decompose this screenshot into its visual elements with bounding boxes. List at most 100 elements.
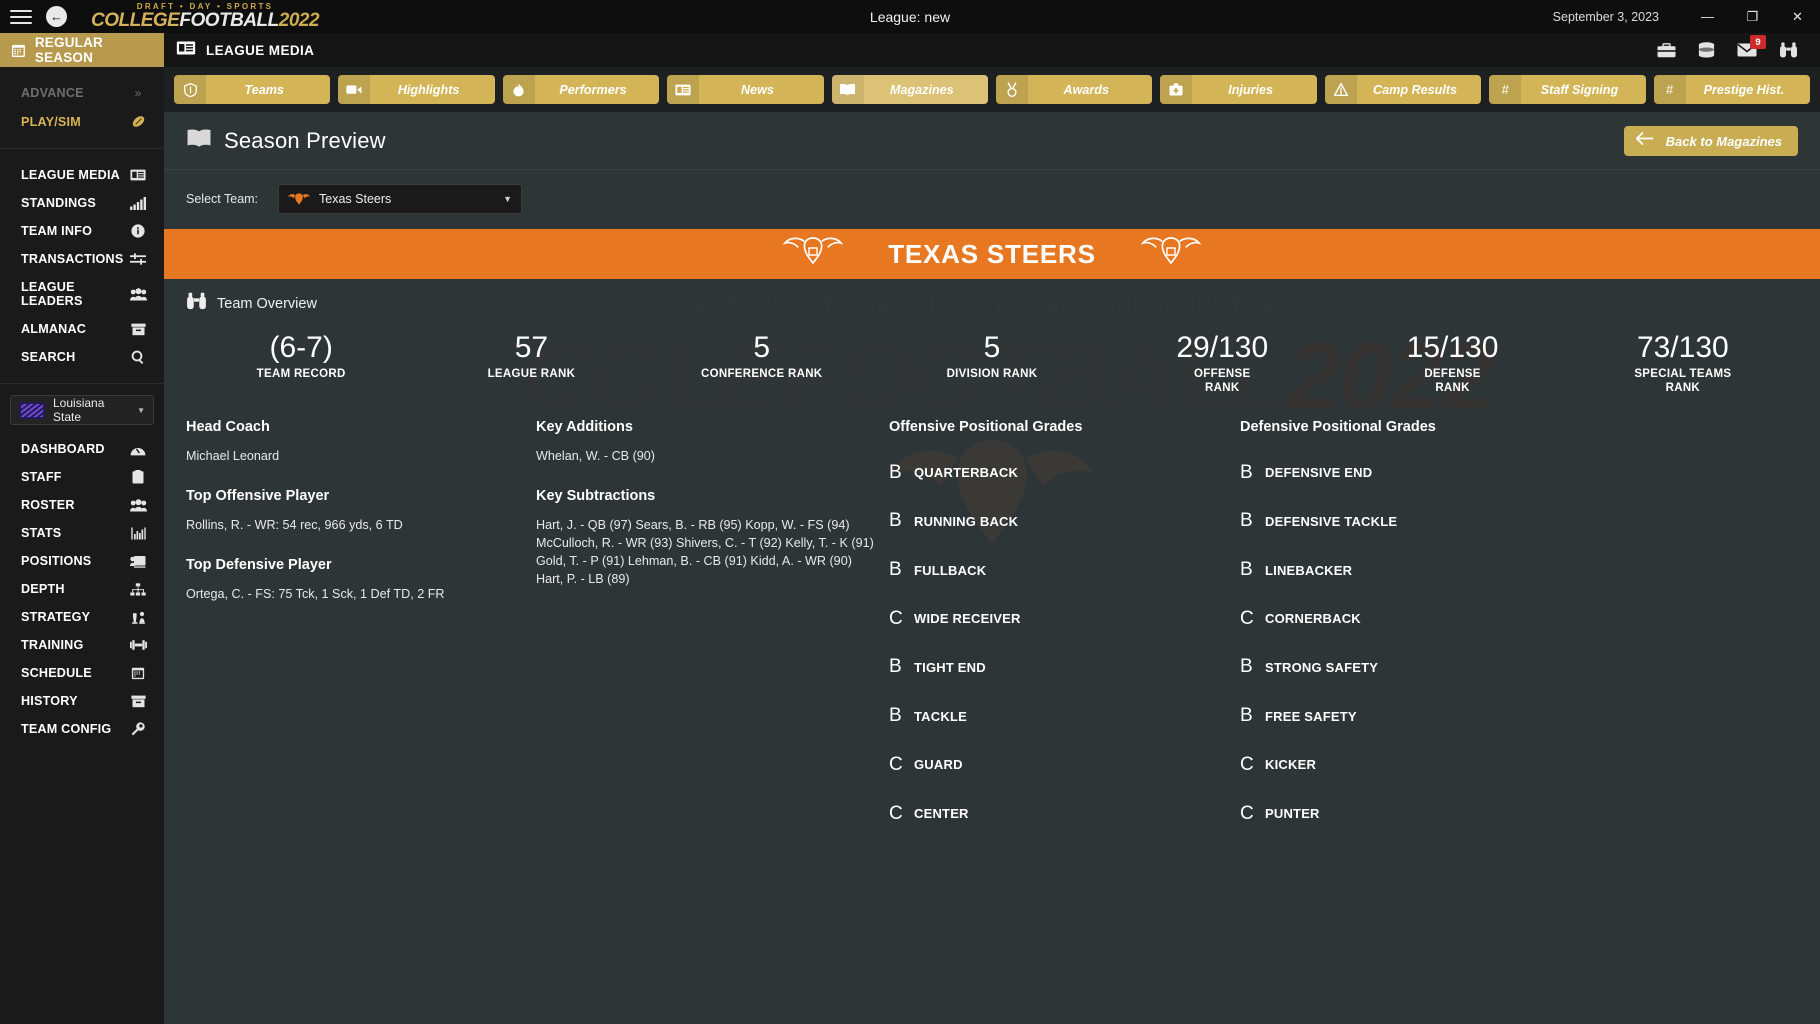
binoculars-icon[interactable]: [1779, 42, 1798, 58]
top-offensive-player-title: Top Offensive Player: [186, 488, 536, 504]
gauge-icon: [129, 443, 147, 456]
sidebar-item-label: ROSTER: [21, 498, 75, 512]
sidebar-item-label: STANDINGS: [21, 196, 96, 210]
close-button[interactable]: ✕: [1775, 0, 1820, 33]
key-subtractions-line: McCulloch, R. - WR (93) Shivers, C. - T …: [536, 535, 889, 553]
column-team-details: Head Coach Michael Leonard Top Offensive…: [186, 419, 536, 838]
briefcase-icon[interactable]: [1657, 43, 1676, 58]
grade-row: B LINEBACKER: [1240, 546, 1798, 595]
sidebar-group-team: DASHBOARD STAFF ROSTER STATS: [0, 431, 164, 743]
stat-team-record: (6-7) TEAM RECORD: [186, 331, 416, 395]
stat-value: 5: [647, 331, 877, 365]
database-icon[interactable]: [1698, 42, 1715, 58]
column-defense-grades: Defensive Positional Grades B DEFENSIVE …: [1240, 419, 1798, 838]
sidebar-item-regular-season[interactable]: REGULAR SEASON: [0, 33, 164, 67]
tab-performers[interactable]: Performers: [503, 75, 659, 104]
sidebar-item-label: POSITIONS: [21, 554, 91, 568]
tab-camp-results[interactable]: Camp Results: [1325, 75, 1481, 104]
sidebar-item-almanac[interactable]: ALMANAC: [0, 315, 164, 343]
sidebar-item-label: DEPTH: [21, 582, 65, 596]
grade-row: B FREE SAFETY: [1240, 692, 1798, 741]
sidebar-item-advance[interactable]: ADVANCE »: [0, 79, 164, 107]
tab-staff-signing[interactable]: # Staff Signing: [1489, 75, 1645, 104]
sidebar-item-dashboard[interactable]: DASHBOARD: [0, 435, 164, 463]
grade-row: C KICKER: [1240, 740, 1798, 789]
sidebar-item-depth[interactable]: DEPTH: [0, 575, 164, 603]
sidebar-item-positions[interactable]: POSITIONS: [0, 547, 164, 575]
main-area: LEAGUE MEDIA 9: [164, 33, 1820, 1024]
stat-label: LEAGUE RANK: [416, 367, 646, 381]
key-additions-block: Key Additions Whelan, W. - CB (90): [536, 419, 889, 466]
grade-position: PUNTER: [1265, 806, 1320, 821]
logo-college: COLLEGE: [91, 10, 179, 31]
tab-news[interactable]: News: [667, 75, 823, 104]
column-roster-changes: Key Additions Whelan, W. - CB (90) Key S…: [536, 419, 889, 838]
grade-letter: B: [1240, 559, 1252, 581]
tab-highlights[interactable]: Highlights: [338, 75, 494, 104]
tab-label: Awards: [1028, 83, 1152, 97]
tab-awards[interactable]: Awards: [996, 75, 1152, 104]
sidebar-item-transactions[interactable]: TRANSACTIONS: [0, 245, 164, 273]
steers-logo-icon: [288, 189, 310, 210]
back-icon[interactable]: ←: [46, 6, 67, 27]
stat-label: SPECIAL TEAMSRANK: [1568, 367, 1798, 396]
stat-value: 29/130: [1107, 331, 1337, 365]
grade-letter: C: [889, 608, 901, 630]
app-shell: REGULAR SEASON ADVANCE » PLAY/SIM LEAGUE…: [0, 33, 1820, 1024]
chess-icon: [129, 611, 147, 624]
sidebar-item-label: STATS: [21, 526, 61, 540]
sidebar-item-league-media[interactable]: LEAGUE MEDIA: [0, 161, 164, 189]
grade-letter: B: [1240, 462, 1252, 484]
search-icon: [129, 350, 147, 364]
hierarchy-icon: [129, 583, 147, 596]
sidebar-item-team-config[interactable]: TEAM CONFIG: [0, 715, 164, 743]
sidebar-item-strategy[interactable]: STRATEGY: [0, 603, 164, 631]
tab-prestige-hist[interactable]: # Prestige Hist.: [1654, 75, 1810, 104]
head-coach-title: Head Coach: [186, 419, 536, 435]
selected-team-name: Texas Steers: [319, 192, 494, 206]
sidebar-item-schedule[interactable]: SCHEDULE: [0, 659, 164, 687]
positions-icon: [129, 555, 147, 568]
team-picker-name: Louisiana State: [53, 396, 129, 424]
sidebar-item-staff[interactable]: STAFF: [0, 463, 164, 491]
team-overview-header: Team Overview: [164, 279, 1820, 323]
grade-row: B DEFENSIVE END: [1240, 448, 1798, 497]
title-bar-right: September 3, 2023 — ❐ ✕: [1553, 0, 1820, 33]
tab-label: News: [699, 83, 823, 97]
app-logo: DRAFT • DAY • SPORTS COLLEGEFOOTBALL2022: [91, 3, 319, 30]
sidebar-item-search[interactable]: SEARCH: [0, 343, 164, 371]
title-bar-left: ← DRAFT • DAY • SPORTS COLLEGEFOOTBALL20…: [0, 3, 319, 30]
top-defensive-player-title: Top Defensive Player: [186, 557, 536, 573]
sidebar-item-stats[interactable]: STATS: [0, 519, 164, 547]
sidebar-item-label: LEAGUE MEDIA: [21, 168, 120, 182]
sidebar-item-roster[interactable]: ROSTER: [0, 491, 164, 519]
tab-label: Prestige Hist.: [1686, 83, 1810, 97]
tab-injuries[interactable]: Injuries: [1160, 75, 1316, 104]
league-media-title: LEAGUE MEDIA: [206, 43, 314, 58]
tab-magazines[interactable]: Magazines: [832, 75, 988, 104]
tab-teams[interactable]: Teams: [174, 75, 330, 104]
binoculars-icon: [186, 292, 207, 315]
sidebar-item-league-leaders[interactable]: LEAGUE LEADERS: [0, 273, 164, 315]
column-offense-grades: Offensive Positional Grades B QUARTERBAC…: [889, 419, 1240, 838]
sidebar-item-standings[interactable]: STANDINGS: [0, 189, 164, 217]
sidebar-item-history[interactable]: HISTORY: [0, 687, 164, 715]
dumbbell-icon: [129, 639, 147, 651]
sidebar-item-team-info[interactable]: TEAM INFO: [0, 217, 164, 245]
maximize-button[interactable]: ❐: [1730, 0, 1775, 33]
sidebar-item-play-sim[interactable]: PLAY/SIM: [0, 107, 164, 136]
grade-row: B TIGHT END: [889, 643, 1240, 692]
sidebar-item-training[interactable]: TRAINING: [0, 631, 164, 659]
stat-value: 5: [877, 331, 1107, 365]
newspaper-icon: [667, 75, 699, 104]
mail-icon[interactable]: 9: [1737, 43, 1757, 57]
menu-icon[interactable]: [10, 10, 32, 24]
page-title: Season Preview: [224, 128, 386, 154]
sidebar-item-label: TRANSACTIONS: [21, 252, 123, 266]
team-select-dropdown[interactable]: Texas Steers ▼: [278, 184, 522, 214]
grade-position: DEFENSIVE END: [1265, 465, 1372, 480]
minimize-button[interactable]: —: [1685, 0, 1730, 33]
back-to-magazines-button[interactable]: Back to Magazines: [1624, 126, 1798, 156]
team-picker[interactable]: Louisiana State ▼: [10, 395, 154, 425]
grade-position: GUARD: [914, 757, 963, 772]
